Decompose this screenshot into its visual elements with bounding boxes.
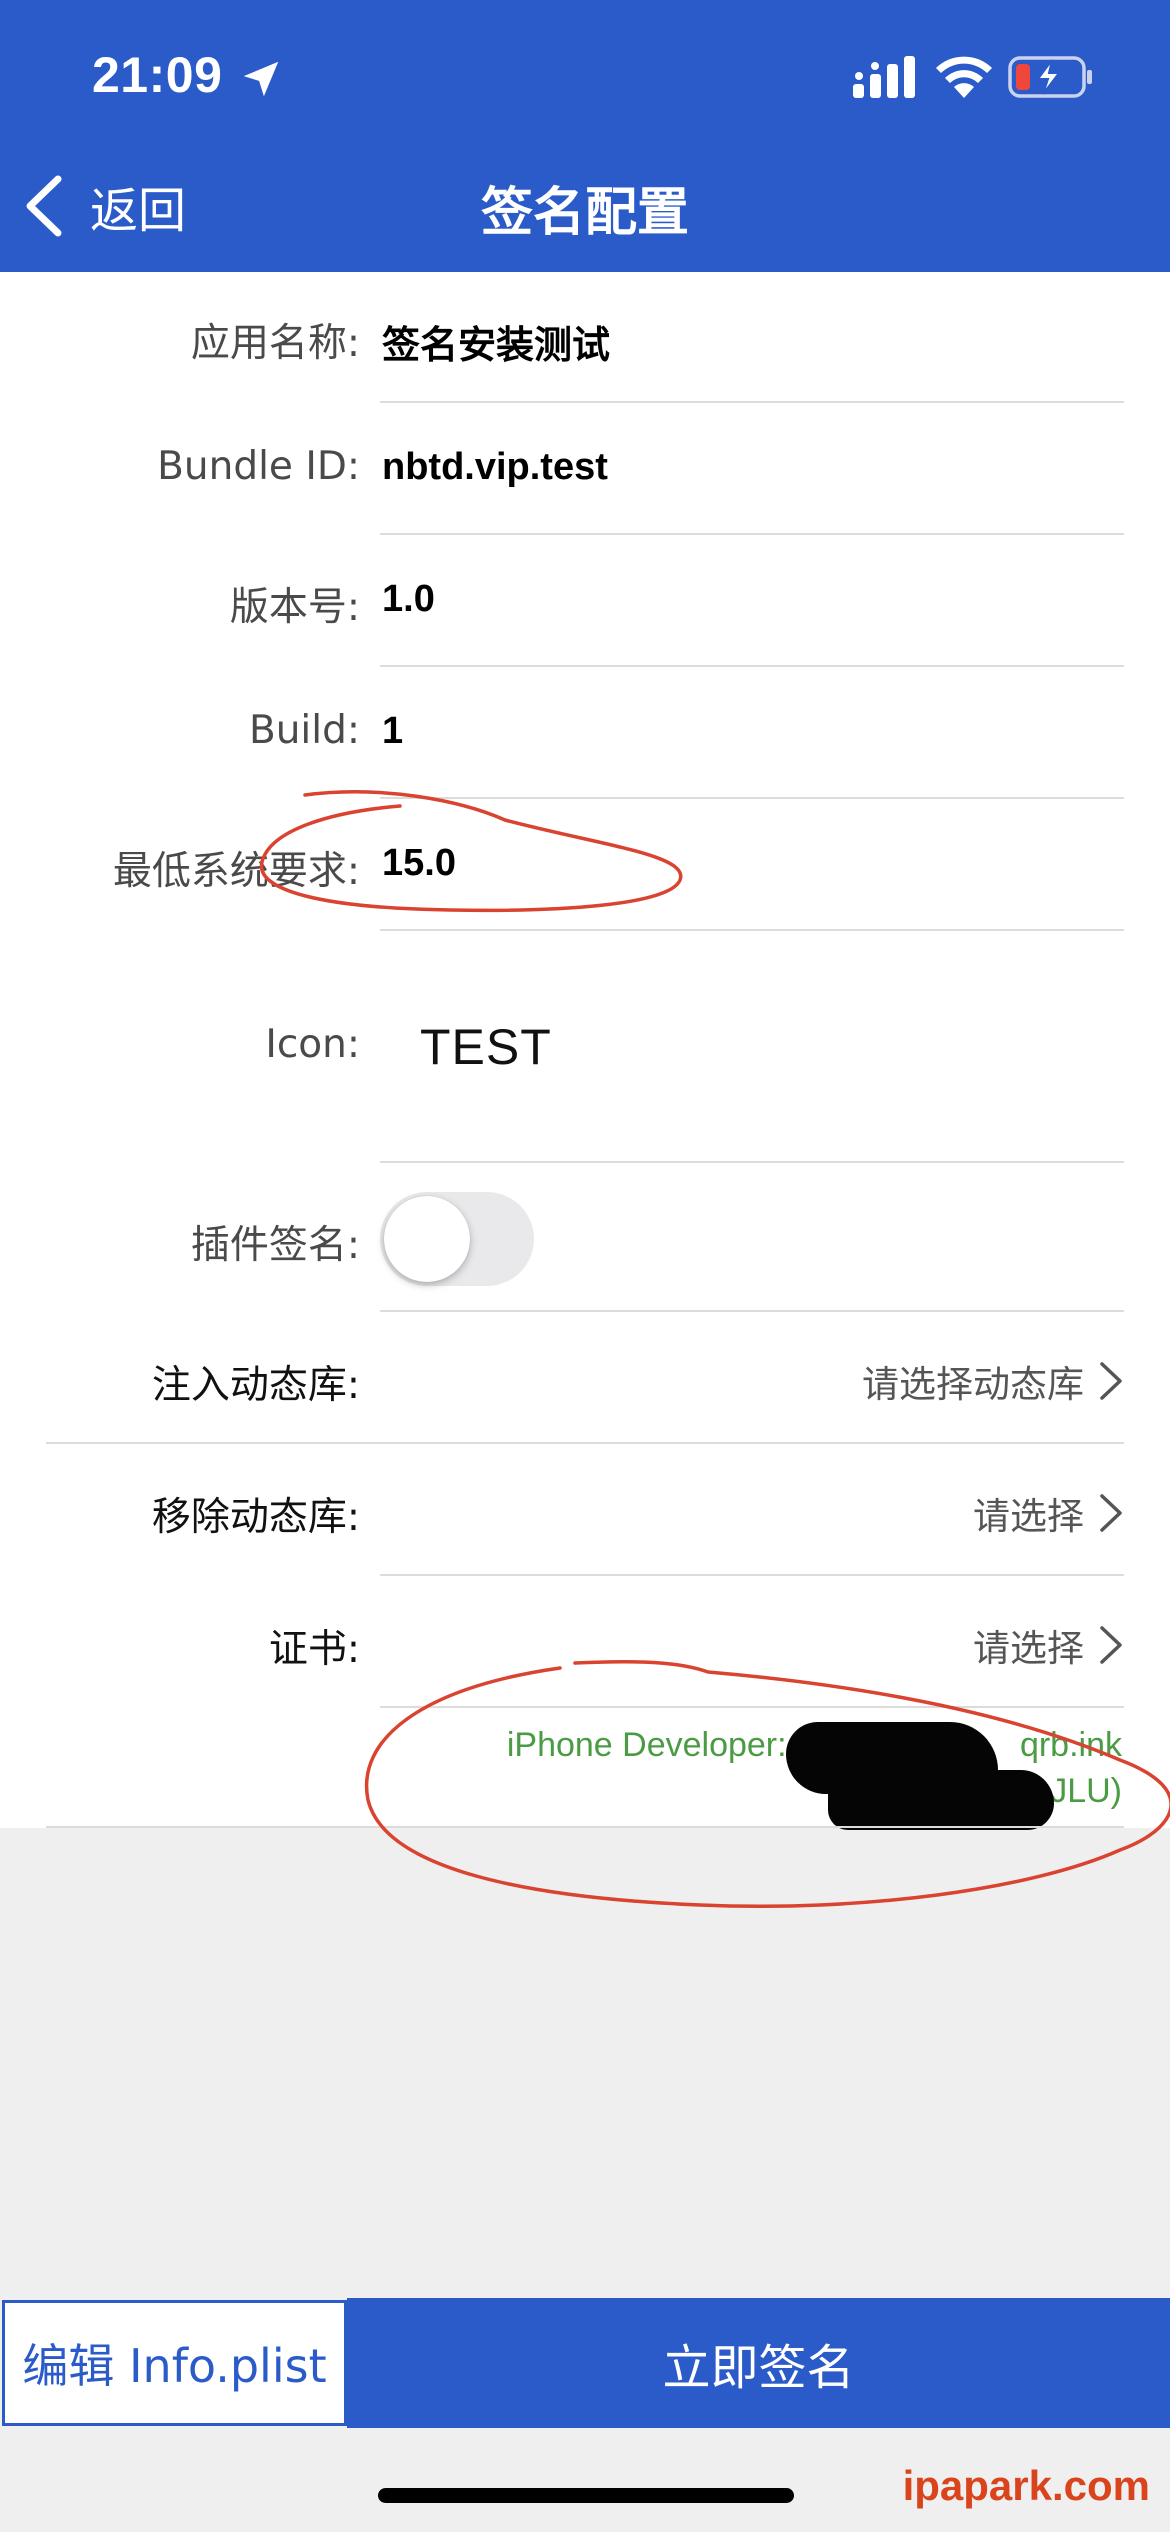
divider — [380, 929, 1124, 931]
certificate-label: 证书: — [268, 1627, 360, 1672]
sign-now-button[interactable]: 立即签名 — [347, 2298, 1170, 2428]
min-os-label: 最低系统要求: — [112, 849, 360, 894]
inject-dylib-picker-label: 请选择动态库 — [862, 1363, 1084, 1406]
divider — [380, 1310, 1124, 1312]
inject-dylib-picker[interactable]: 请选择动态库 — [862, 1354, 1124, 1408]
plugin-sign-toggle[interactable] — [380, 1192, 534, 1286]
version-value[interactable]: 1.0 — [382, 578, 435, 621]
remove-dylib-picker-label: 请选择 — [973, 1495, 1084, 1538]
location-arrow-icon — [243, 61, 279, 97]
chevron-right-icon — [1100, 1626, 1122, 1664]
certificate-picker[interactable]: 请选择 — [973, 1618, 1124, 1672]
home-indicator[interactable] — [378, 2488, 794, 2503]
status-time: 21:09 — [92, 47, 223, 103]
app-name-label: 应用名称: — [190, 321, 360, 366]
sign-config-form — [0, 272, 1170, 1828]
divider — [380, 797, 1124, 799]
divider — [380, 1706, 1124, 1708]
build-label: Build: — [248, 708, 360, 753]
plugin-sign-label: 插件签名: — [190, 1223, 360, 1268]
remove-dylib-picker[interactable]: 请选择 — [973, 1486, 1124, 1540]
app-icon-preview[interactable]: TEST — [420, 1018, 552, 1076]
divider — [380, 401, 1124, 403]
toggle-knob — [384, 1196, 470, 1282]
certificate-picker-label: 请选择 — [973, 1627, 1084, 1670]
divider — [380, 1161, 1124, 1163]
divider — [46, 1826, 1124, 1828]
divider — [380, 665, 1124, 667]
redaction-mark — [828, 1770, 1054, 1830]
edit-info-plist-button[interactable]: 编辑 Info.plist — [2, 2300, 347, 2426]
battery-charging-icon — [1008, 56, 1092, 98]
inject-dylib-label: 注入动态库: — [151, 1363, 360, 1408]
min-os-value[interactable]: 15.0 — [382, 842, 456, 885]
chevron-right-icon — [1100, 1362, 1122, 1400]
icon-label: Icon: — [265, 1022, 360, 1067]
page-title: 签名配置 — [480, 183, 689, 243]
app-name-value[interactable]: 签名安装测试 — [382, 314, 610, 369]
build-value[interactable]: 1 — [382, 710, 403, 753]
cellular-signal-icon — [853, 56, 915, 98]
divider — [380, 533, 1124, 535]
divider — [46, 1442, 1124, 1444]
wifi-icon — [936, 56, 992, 98]
version-label: 版本号: — [229, 585, 360, 630]
chevron-right-icon — [1100, 1494, 1122, 1532]
watermark: ipapark.com — [902, 2462, 1150, 2509]
remove-dylib-label: 移除动态库: — [151, 1495, 360, 1540]
divider — [380, 1574, 1124, 1576]
bundle-id-value[interactable]: nbtd.vip.test — [382, 446, 608, 489]
bundle-id-label: Bundle ID: — [157, 444, 360, 489]
navigation-header: 21:09 返回 签名配置 — [0, 0, 1170, 272]
